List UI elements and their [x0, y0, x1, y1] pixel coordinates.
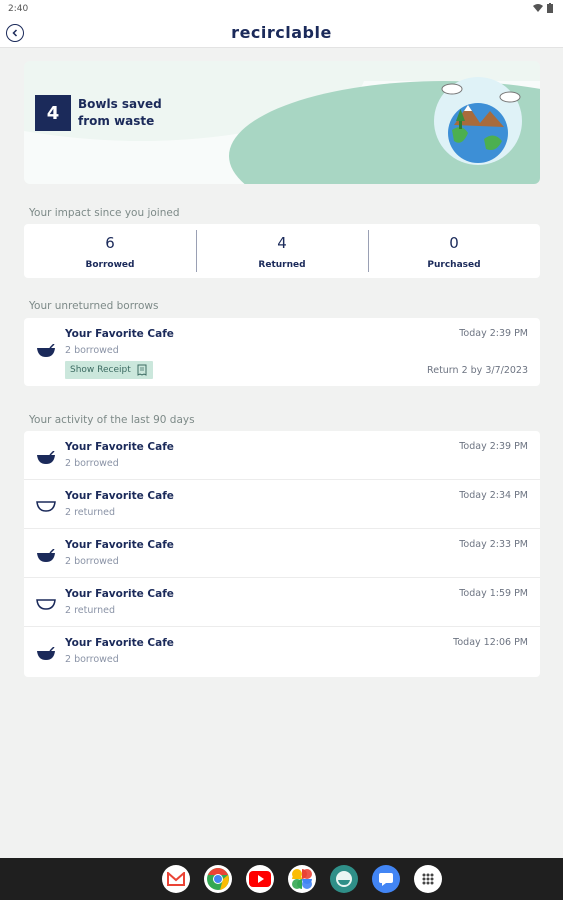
- borrow-time: Today 2:39 PM: [459, 328, 528, 339]
- messages-icon[interactable]: [372, 865, 400, 893]
- vendor-name: Your Favorite Cafe: [65, 328, 174, 340]
- return-due-text: Return 2 by 3/7/2023: [427, 365, 528, 376]
- app-header: recirclable: [0, 18, 563, 48]
- filled-bowl-icon: [37, 549, 55, 562]
- activity-count: 2 borrowed: [65, 654, 119, 665]
- borrow-count: 2 borrowed: [65, 345, 119, 356]
- app-icon[interactable]: [330, 865, 358, 893]
- vendor-name: Your Favorite Cafe: [65, 490, 174, 502]
- activity-time: Today 2:33 PM: [459, 539, 528, 550]
- status-time: 2:40: [8, 4, 29, 14]
- show-receipt-label: Show Receipt: [70, 365, 131, 375]
- apps-grid-icon[interactable]: [414, 865, 442, 893]
- activity-row[interactable]: Your Favorite Cafe 2 returned Today 2:34…: [24, 480, 540, 529]
- empty-bowl-icon: [36, 501, 56, 512]
- activity-row[interactable]: Your Favorite Cafe 2 borrowed Today 2:39…: [24, 431, 540, 480]
- vendor-name: Your Favorite Cafe: [65, 588, 174, 600]
- vendor-name: Your Favorite Cafe: [65, 539, 174, 551]
- activity-count: 2 borrowed: [65, 458, 119, 469]
- activity-count: 2 returned: [65, 605, 115, 616]
- stat-label: Purchased: [427, 260, 481, 270]
- stat-value: 4: [277, 234, 287, 252]
- stat-label: Returned: [258, 260, 306, 270]
- show-receipt-button[interactable]: Show Receipt: [65, 361, 153, 379]
- unreturned-section-label: Your unreturned borrows: [29, 300, 159, 312]
- activity-list: Your Favorite Cafe 2 borrowed Today 2:39…: [24, 431, 540, 677]
- stat-returned: 4 Returned: [196, 224, 368, 278]
- impact-section-label: Your impact since you joined: [29, 207, 180, 219]
- bowls-saved-count: 4: [35, 95, 71, 131]
- receipt-icon: [137, 364, 147, 376]
- wifi-icon: [533, 4, 543, 12]
- activity-row[interactable]: Your Favorite Cafe 2 borrowed Today 12:0…: [24, 627, 540, 676]
- filled-bowl-icon: [37, 451, 55, 464]
- system-dock: [0, 858, 563, 900]
- stat-value: 0: [449, 234, 459, 252]
- impact-stats-card: 6 Borrowed 4 Returned 0 Purchased: [24, 224, 540, 278]
- gmail-icon[interactable]: [162, 865, 190, 893]
- stat-value: 6: [105, 234, 115, 252]
- stat-purchased: 0 Purchased: [368, 224, 540, 278]
- filled-bowl-icon: [37, 344, 55, 357]
- activity-time: Today 2:39 PM: [459, 441, 528, 452]
- activity-time: Today 1:59 PM: [459, 588, 528, 599]
- photos-icon[interactable]: [288, 865, 316, 893]
- activity-count: 2 returned: [65, 507, 115, 518]
- battery-icon: [547, 3, 553, 13]
- impact-banner: 4 Bowls saved from waste: [24, 61, 540, 184]
- bowls-saved-label: Bowls saved from waste: [78, 97, 162, 128]
- app-logo: recirclable: [231, 23, 332, 42]
- earth-illustration-icon: [434, 77, 522, 165]
- activity-row[interactable]: Your Favorite Cafe 2 borrowed Today 2:33…: [24, 529, 540, 578]
- activity-section-label: Your activity of the last 90 days: [29, 414, 195, 426]
- stat-label: Borrowed: [85, 260, 135, 270]
- unreturned-borrow-card[interactable]: Your Favorite Cafe 2 borrowed Today 2:39…: [24, 318, 540, 386]
- chrome-icon[interactable]: [204, 865, 232, 893]
- empty-bowl-icon: [36, 599, 56, 610]
- filled-bowl-icon: [37, 647, 55, 660]
- status-icons: [533, 3, 553, 13]
- status-bar: 2:40: [0, 0, 563, 18]
- activity-time: Today 12:06 PM: [453, 637, 528, 648]
- activity-time: Today 2:34 PM: [459, 490, 528, 501]
- stat-borrowed: 6 Borrowed: [24, 224, 196, 278]
- vendor-name: Your Favorite Cafe: [65, 441, 174, 453]
- youtube-icon[interactable]: [246, 865, 274, 893]
- activity-count: 2 borrowed: [65, 556, 119, 567]
- vendor-name: Your Favorite Cafe: [65, 637, 174, 649]
- activity-row[interactable]: Your Favorite Cafe 2 returned Today 1:59…: [24, 578, 540, 627]
